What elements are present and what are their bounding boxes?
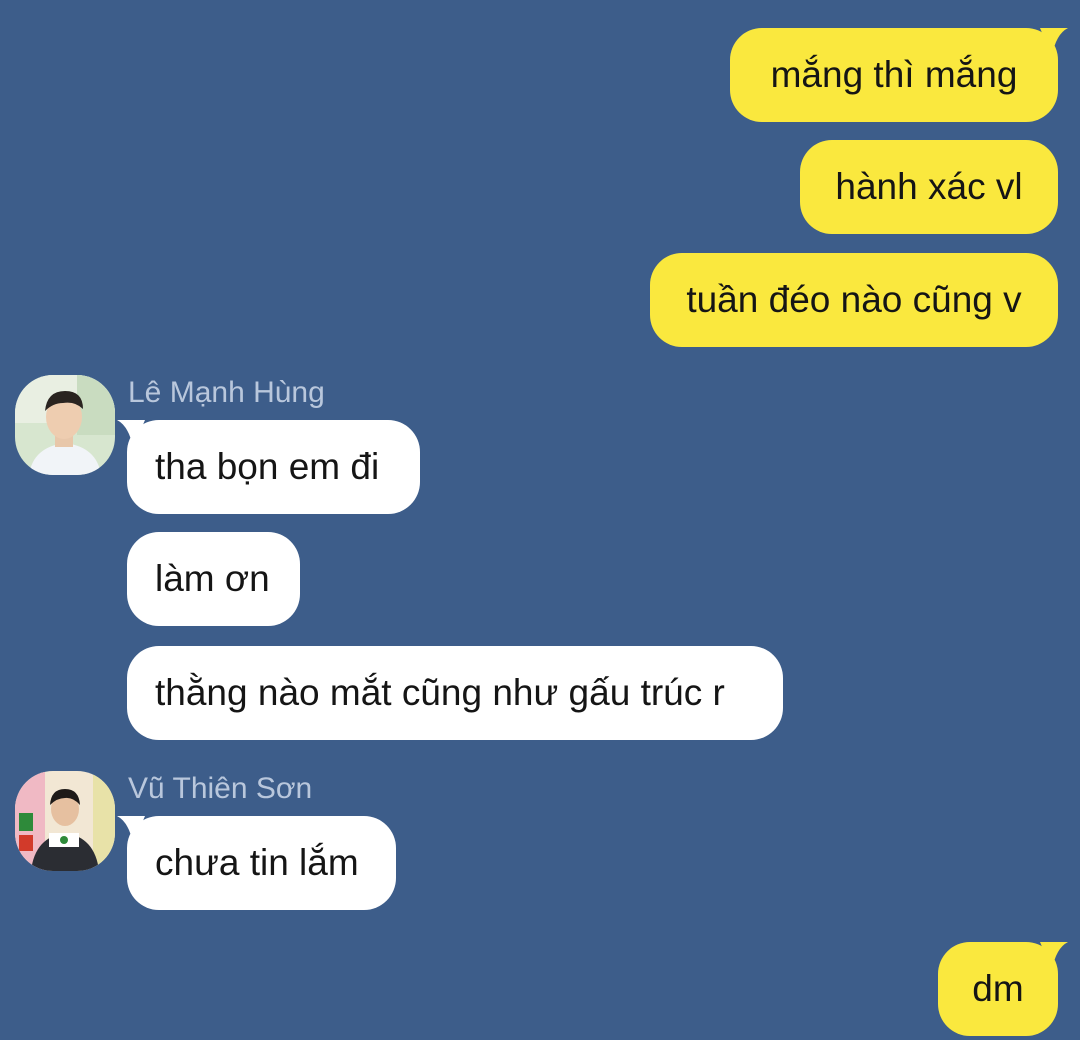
- incoming-message[interactable]: chưa tin lắm: [117, 816, 396, 910]
- outgoing-message[interactable]: tuần đéo nào cũng v: [650, 253, 1058, 347]
- sender-name: Vũ Thiên Sơn: [128, 772, 313, 805]
- outgoing-message[interactable]: mắng thì mắng: [730, 28, 1068, 122]
- incoming-message[interactable]: thằng nào mắt cũng như gấu trúc r: [127, 646, 783, 740]
- bubble-tail-icon: [117, 816, 145, 844]
- message-text: làm ơn: [155, 558, 270, 599]
- bubble-tail-icon: [1040, 28, 1068, 56]
- message-text: hành xác vl: [835, 166, 1023, 207]
- avatar[interactable]: [15, 375, 115, 475]
- bubble-tail-icon: [1040, 942, 1068, 970]
- incoming-message[interactable]: tha bọn em đi: [117, 420, 420, 514]
- bubble-tail-icon: [117, 420, 145, 448]
- avatar-photo-icon: [15, 375, 115, 475]
- outgoing-message[interactable]: hành xác vl: [800, 140, 1058, 234]
- avatar-photo-icon: [15, 771, 115, 871]
- message-text: chưa tin lắm: [155, 842, 359, 883]
- outgoing-message[interactable]: dm: [938, 942, 1068, 1036]
- message-text: mắng thì mắng: [770, 54, 1018, 95]
- message-text: tha bọn em đi: [155, 446, 380, 487]
- message-text: thằng nào mắt cũng như gấu trúc r: [155, 672, 725, 713]
- message-text: tuần đéo nào cũng v: [686, 279, 1022, 320]
- chat-window: mắng thì mắng hành xác vl tuần đéo nào c…: [0, 0, 1080, 1040]
- incoming-message[interactable]: làm ơn: [127, 532, 300, 626]
- avatar[interactable]: [15, 771, 115, 871]
- message-text: dm: [972, 968, 1024, 1009]
- sender-name: Lê Mạnh Hùng: [128, 376, 325, 409]
